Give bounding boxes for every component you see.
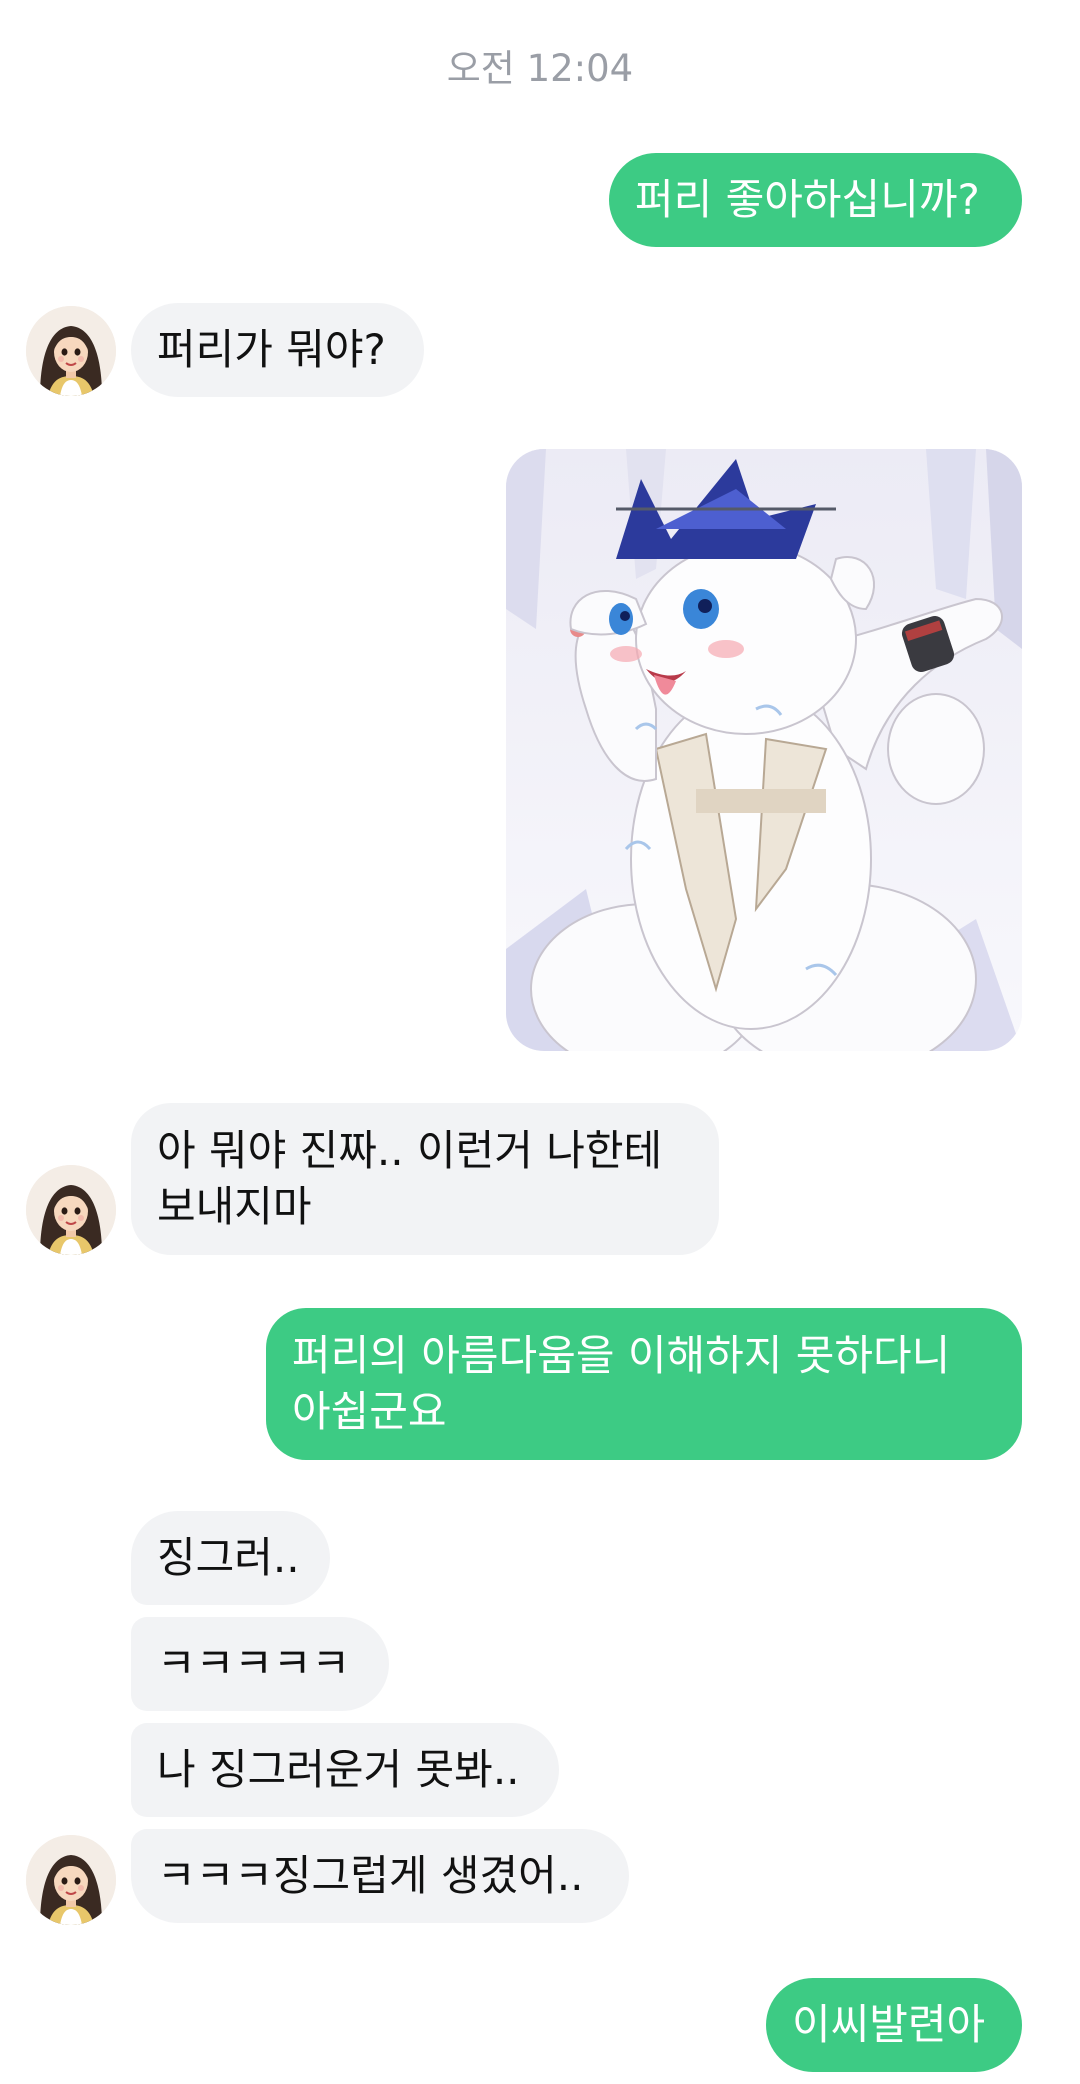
message-text-line: 아 뭐야 진짜.. 이런거 나한테 — [157, 1126, 663, 1175]
incoming-message-bubble[interactable]: ㅋㅋㅋㅋㅋ — [131, 1617, 389, 1711]
message-text: 나 징그러운거 못봐.. — [157, 1745, 520, 1794]
image-message[interactable] — [506, 449, 1022, 1051]
incoming-message-bubble[interactable]: 나 징그러운거 못봐.. — [131, 1723, 559, 1817]
message-text: ㅋㅋㅋㅋㅋ — [157, 1639, 351, 1688]
profile-avatar-icon — [26, 306, 116, 396]
message-text: 이씨발련아 — [792, 2000, 986, 2049]
avatar[interactable] — [26, 1835, 116, 1925]
message-text: ㅋㅋㅋ징그럽게 생겼어.. — [157, 1851, 584, 1900]
profile-avatar-icon — [26, 1165, 116, 1255]
outgoing-message-bubble[interactable]: 퍼리의 아름다움을 이해하지 못하다니 아쉽군요 — [266, 1308, 1022, 1460]
incoming-message-bubble[interactable]: 퍼리가 뭐야? — [131, 303, 424, 397]
message-text: 징그러.. — [157, 1533, 300, 1582]
outgoing-message-bubble[interactable]: 이씨발련아 — [766, 1978, 1022, 2072]
chat-timestamp: 오전 12:04 — [446, 47, 634, 90]
avatar[interactable] — [26, 1165, 116, 1255]
message-text: 퍼리 좋아하십니까? — [635, 175, 980, 224]
message-text-line: 퍼리의 아름다움을 이해하지 못하다니 — [292, 1331, 951, 1380]
incoming-message-bubble[interactable]: 징그러.. — [131, 1511, 330, 1605]
incoming-message-bubble[interactable]: ㅋㅋㅋ징그럽게 생겼어.. — [131, 1829, 629, 1923]
profile-avatar-icon — [26, 1835, 116, 1925]
message-text-line: 아쉽군요 — [292, 1387, 447, 1436]
outgoing-message-bubble[interactable]: 퍼리 좋아하십니까? — [609, 153, 1022, 247]
furry-artwork-image — [506, 449, 1022, 1051]
message-text-line: 보내지마 — [157, 1182, 312, 1231]
avatar[interactable] — [26, 306, 116, 396]
incoming-message-bubble[interactable]: 아 뭐야 진짜.. 이런거 나한테 보내지마 — [131, 1103, 719, 1255]
message-text: 퍼리가 뭐야? — [157, 325, 386, 374]
